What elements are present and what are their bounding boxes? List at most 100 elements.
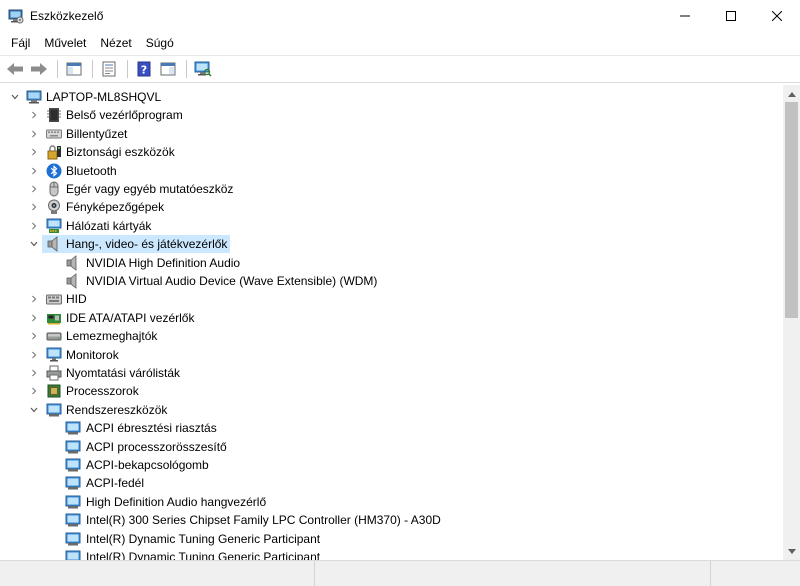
speaker-icon (65, 273, 81, 289)
show-action-pane-button[interactable] (157, 58, 179, 80)
chevron-right-icon[interactable] (29, 217, 39, 235)
tree-item-label: Belső vezérlőprogram (66, 108, 183, 123)
tree-category[interactable]: Rendszereszközök (0, 401, 783, 419)
tree-category[interactable]: Nyomtatási várólisták (0, 364, 783, 382)
tree-item[interactable]: High Definition Audio hangvezérlő (0, 493, 783, 511)
status-segment (315, 561, 711, 586)
back-button[interactable] (4, 58, 26, 80)
tree-category[interactable]: Monitorok (0, 346, 783, 364)
chevron-down-icon[interactable] (29, 235, 39, 253)
menu-view[interactable]: Nézet (93, 32, 138, 54)
back-icon (7, 63, 23, 75)
minimize-button[interactable] (662, 0, 708, 32)
chevron-down-icon[interactable] (10, 88, 20, 106)
scroll-down-icon (787, 548, 796, 554)
tree-item[interactable]: NVIDIA Virtual Audio Device (Wave Extens… (0, 272, 783, 290)
tree-category[interactable]: Lemezmeghajtók (0, 327, 783, 345)
processor-icon (46, 383, 62, 399)
tree-item[interactable]: NVIDIA High Definition Audio (0, 254, 783, 272)
scroll-down-button[interactable] (783, 543, 800, 560)
menu-bar: Fájl Művelet Nézet Súgó (0, 32, 800, 54)
vertical-scrollbar[interactable] (783, 85, 800, 560)
tree-category[interactable]: Belső vezérlőprogram (0, 106, 783, 124)
menu-file[interactable]: Fájl (4, 32, 37, 54)
tree-item[interactable]: ACPI-bekapcsológomb (0, 456, 783, 474)
chevron-right-icon[interactable] (29, 198, 39, 216)
tree-item[interactable]: ACPI-fedél (0, 474, 783, 492)
tree-category[interactable]: Biztonsági eszközök (0, 143, 783, 161)
toolbar-separator (186, 60, 187, 78)
menu-help[interactable]: Súgó (139, 32, 181, 54)
chevron-right-icon[interactable] (29, 382, 39, 400)
tree-category[interactable]: Processzorok (0, 382, 783, 400)
scrollbar-thumb[interactable] (785, 102, 798, 318)
tree-item-label: Egér vagy egyéb mutatóeszköz (66, 182, 234, 196)
tree-item[interactable]: Intel(R) Dynamic Tuning Generic Particip… (0, 548, 783, 560)
chevron-right-icon[interactable] (29, 327, 39, 345)
chevron-right-icon[interactable] (29, 364, 39, 382)
tree-item-label: Nyomtatási várólisták (66, 366, 181, 380)
maximize-button[interactable] (708, 0, 754, 32)
tree-item-label: Intel(R) Dynamic Tuning Generic Particip… (86, 531, 321, 546)
status-segment (0, 561, 315, 586)
title-bar: Eszközkezelő (0, 0, 800, 32)
network-adapter-icon (46, 218, 62, 234)
tree-category[interactable]: HID (0, 290, 783, 308)
forward-button[interactable] (28, 58, 50, 80)
tree-item[interactable]: Intel(R) Dynamic Tuning Generic Particip… (0, 530, 783, 548)
help-button[interactable]: ? (133, 58, 155, 80)
scroll-up-button[interactable] (783, 85, 800, 102)
monitor-icon (46, 347, 62, 363)
tree-category[interactable]: IDE ATA/ATAPI vezérlők (0, 309, 783, 327)
tree-root[interactable]: LAPTOP-ML8SHQVL (0, 88, 783, 106)
tree-item[interactable]: Intel(R) 300 Series Chipset Family LPC C… (0, 511, 783, 529)
printer-icon (46, 365, 62, 381)
system-device-icon (65, 439, 81, 455)
chevron-right-icon[interactable] (29, 346, 39, 364)
tree-category[interactable]: Egér vagy egyéb mutatóeszköz (0, 180, 783, 198)
tree-item-label: High Definition Audio hangvezérlő (86, 494, 267, 509)
chevron-right-icon[interactable] (29, 143, 39, 161)
tree-category[interactable]: Hálózati kártyák (0, 217, 783, 235)
tree-item-label: NVIDIA Virtual Audio Device (Wave Extens… (86, 274, 378, 288)
toolbar-separator (57, 60, 58, 78)
window-title: Eszközkezelő (30, 9, 104, 23)
menu-action[interactable]: Művelet (37, 32, 93, 54)
toolbar-separator (92, 60, 93, 78)
chevron-right-icon[interactable] (29, 125, 39, 143)
mouse-icon (46, 181, 62, 197)
close-button[interactable] (754, 0, 800, 32)
tree-category[interactable]: Hang-, video- és játékvezérlők (0, 235, 783, 254)
chevron-right-icon[interactable] (29, 290, 39, 308)
chevron-right-icon[interactable] (29, 106, 39, 124)
tree-item[interactable]: ACPI ébresztési riasztás (0, 419, 783, 437)
tree-category[interactable]: Bluetooth (0, 162, 783, 180)
device-tree: LAPTOP-ML8SHQVL Belső vezérlőprogram Bill… (0, 85, 783, 560)
scan-hardware-changes-button[interactable] (192, 58, 214, 80)
tree-item-label: Processzorok (66, 384, 139, 399)
forward-icon (31, 63, 47, 75)
system-device-icon (65, 494, 81, 510)
tree-category[interactable]: Fényképezőgépek (0, 198, 783, 216)
device-manager-app-icon (8, 8, 24, 24)
chevron-right-icon[interactable] (29, 162, 39, 180)
chevron-right-icon[interactable] (29, 180, 39, 198)
system-device-icon (65, 420, 81, 436)
firmware-icon (46, 107, 62, 123)
tree-category[interactable]: Billentyűzet (0, 125, 783, 143)
system-device-icon (65, 549, 81, 560)
tree-item-label: NVIDIA High Definition Audio (86, 255, 241, 270)
tree-item-label: Hang-, video- és játékvezérlők (42, 235, 231, 254)
tree-item[interactable]: ACPI processzorösszesítő (0, 438, 783, 456)
system-device-icon (65, 457, 81, 473)
tree-item-label: Monitorok (66, 347, 119, 362)
show-hide-console-tree-icon (66, 62, 82, 76)
ide-controller-icon (46, 310, 62, 326)
camera-icon (46, 199, 62, 215)
chevron-down-icon[interactable] (29, 401, 39, 419)
chevron-right-icon[interactable] (29, 309, 39, 327)
properties-icon (102, 61, 116, 77)
show-hide-console-tree-button[interactable] (63, 58, 85, 80)
system-device-icon (65, 512, 81, 528)
properties-button[interactable] (98, 58, 120, 80)
